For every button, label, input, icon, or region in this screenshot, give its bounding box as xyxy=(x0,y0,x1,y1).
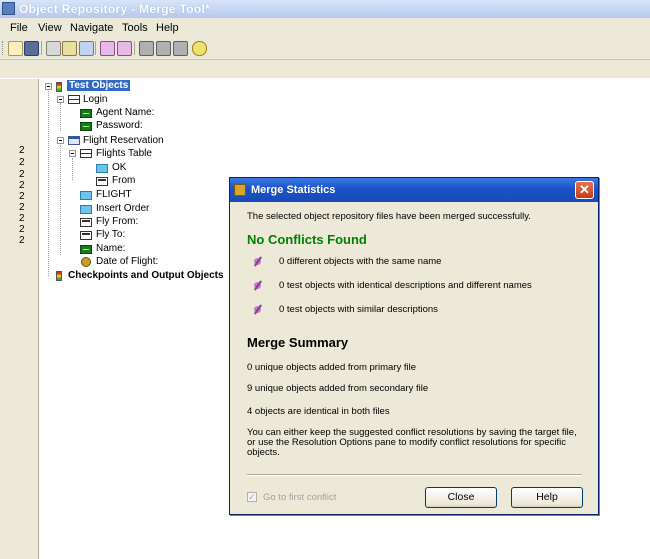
tree-node-checkpoints[interactable]: Checkpoints and Output Objects xyxy=(68,270,224,281)
open-icon[interactable] xyxy=(62,41,77,56)
edit-field-icon xyxy=(80,122,92,131)
replace-icon[interactable] xyxy=(173,41,188,56)
menu-help[interactable]: Help xyxy=(156,22,179,34)
dialog-object-icon xyxy=(68,95,80,104)
date-object-icon xyxy=(81,257,91,267)
window-object-icon xyxy=(68,136,80,145)
filter-icon[interactable] xyxy=(79,41,94,56)
summary-stat: 0 unique objects added from primary file xyxy=(247,362,416,373)
conflict-icon xyxy=(252,280,264,292)
dialog-body: The selected object repository files hav… xyxy=(230,202,598,514)
button-object-icon xyxy=(80,205,92,214)
find-next-icon[interactable] xyxy=(156,41,171,56)
tree-collapse-toggle[interactable] xyxy=(45,83,52,90)
toolbar-gripper[interactable] xyxy=(2,41,5,55)
tree-node-flights-table[interactable]: Flights Table xyxy=(96,148,152,159)
conflict-icon xyxy=(252,304,264,316)
dialog-title: Merge Statistics xyxy=(251,184,336,196)
tree-node-password[interactable]: Password: xyxy=(96,120,143,131)
edit-field-icon xyxy=(80,245,92,254)
tree-node-insert-order[interactable]: Insert Order xyxy=(96,203,149,214)
conflict-stat: 0 different objects with the same name xyxy=(279,256,442,267)
tree-node-login[interactable]: Login xyxy=(83,94,107,105)
previous-conflict-icon[interactable] xyxy=(100,41,115,56)
checkpoints-icon xyxy=(56,271,62,281)
gutter-count: 2 xyxy=(19,180,25,191)
properties-icon[interactable] xyxy=(46,41,61,56)
conflicts-heading: No Conflicts Found xyxy=(247,232,367,247)
resolution-strip xyxy=(0,60,650,79)
menu-bar: File View Navigate Tools Help xyxy=(0,19,650,37)
tree-line xyxy=(60,145,61,255)
app-titlebar: Object Repository - Merge Tool* xyxy=(0,0,650,18)
button-object-icon xyxy=(80,191,92,200)
tree-node-flight[interactable]: FLIGHT xyxy=(96,189,132,200)
tree-node-flight-reservation[interactable]: Flight Reservation xyxy=(83,135,164,146)
conflict-icon xyxy=(252,256,264,268)
status-gutter: 2 2 2 2 2 2 2 2 2 xyxy=(0,79,39,559)
tree-node-fly-to[interactable]: Fly To: xyxy=(96,229,125,240)
gutter-count: 2 xyxy=(19,145,25,156)
gutter-count: 2 xyxy=(19,169,25,180)
gutter-count: 2 xyxy=(19,157,25,168)
gutter-count: 2 xyxy=(19,224,25,235)
tree-collapse-toggle[interactable] xyxy=(69,150,76,157)
merge-intro-text: The selected object repository files hav… xyxy=(247,211,531,222)
gutter-count: 2 xyxy=(19,213,25,224)
table-object-icon xyxy=(80,149,92,158)
summary-stat: 9 unique objects added from secondary fi… xyxy=(247,383,429,394)
combobox-object-icon xyxy=(80,218,92,227)
toolbar-separator xyxy=(95,41,96,55)
toolbar xyxy=(0,37,650,60)
help-button[interactable]: Help xyxy=(511,487,583,508)
new-icon[interactable] xyxy=(8,41,23,56)
menu-view[interactable]: View xyxy=(38,22,62,34)
tree-line xyxy=(72,158,73,180)
tree-node-test-objects[interactable]: Test Objects xyxy=(67,80,131,91)
button-object-icon xyxy=(96,164,108,173)
window-title: Object Repository - Merge Tool* xyxy=(19,2,211,16)
find-icon[interactable] xyxy=(139,41,154,56)
resolution-note: You can either keep the suggested confli… xyxy=(247,427,577,458)
save-icon[interactable] xyxy=(24,41,39,56)
gutter-count: 2 xyxy=(19,191,25,202)
next-conflict-icon[interactable] xyxy=(117,41,132,56)
tree-line xyxy=(60,103,61,131)
summary-heading: Merge Summary xyxy=(247,335,349,350)
menu-tools[interactable]: Tools xyxy=(122,22,148,34)
tree-node-ok[interactable]: OK xyxy=(112,162,126,173)
toolbar-separator xyxy=(134,41,135,55)
tree-collapse-toggle[interactable] xyxy=(57,137,64,144)
menu-file[interactable]: File xyxy=(10,22,28,34)
conflict-stat: 0 test objects with identical descriptio… xyxy=(279,280,532,291)
gutter-count: 2 xyxy=(19,202,25,213)
app-icon xyxy=(2,2,15,15)
merge-statistics-dialog: Merge Statistics ✕ The selected object r… xyxy=(229,177,599,515)
go-to-first-conflict-label: Go to first conflict xyxy=(263,492,337,503)
tree-node-agent-name[interactable]: Agent Name: xyxy=(96,107,154,118)
gutter-count: 2 xyxy=(19,235,25,246)
merge-icon xyxy=(234,184,246,196)
tree-node-from[interactable]: From xyxy=(112,175,135,186)
tree-node-name[interactable]: Name: xyxy=(96,243,125,254)
list-object-icon xyxy=(96,177,108,186)
menu-navigate[interactable]: Navigate xyxy=(70,22,113,34)
dialog-titlebar[interactable]: Merge Statistics ✕ xyxy=(230,178,598,202)
tree-node-date-of-flight[interactable]: Date of Flight: xyxy=(96,256,158,267)
object-repository-icon xyxy=(56,82,62,92)
search-icon[interactable] xyxy=(192,41,207,56)
dialog-divider xyxy=(247,474,582,476)
go-to-first-conflict-checkbox[interactable]: ✓ xyxy=(247,492,257,502)
conflict-stat: 0 test objects with similar descriptions xyxy=(279,304,438,315)
toolbar-separator xyxy=(41,41,42,55)
tree-collapse-toggle[interactable] xyxy=(57,96,64,103)
close-button[interactable]: Close xyxy=(425,487,497,508)
combobox-object-icon xyxy=(80,231,92,240)
tree-node-fly-from[interactable]: Fly From: xyxy=(96,216,138,227)
summary-stat: 4 objects are identical in both files xyxy=(247,406,390,417)
tree-line xyxy=(48,91,49,276)
close-icon[interactable]: ✕ xyxy=(575,181,594,199)
edit-field-icon xyxy=(80,109,92,118)
